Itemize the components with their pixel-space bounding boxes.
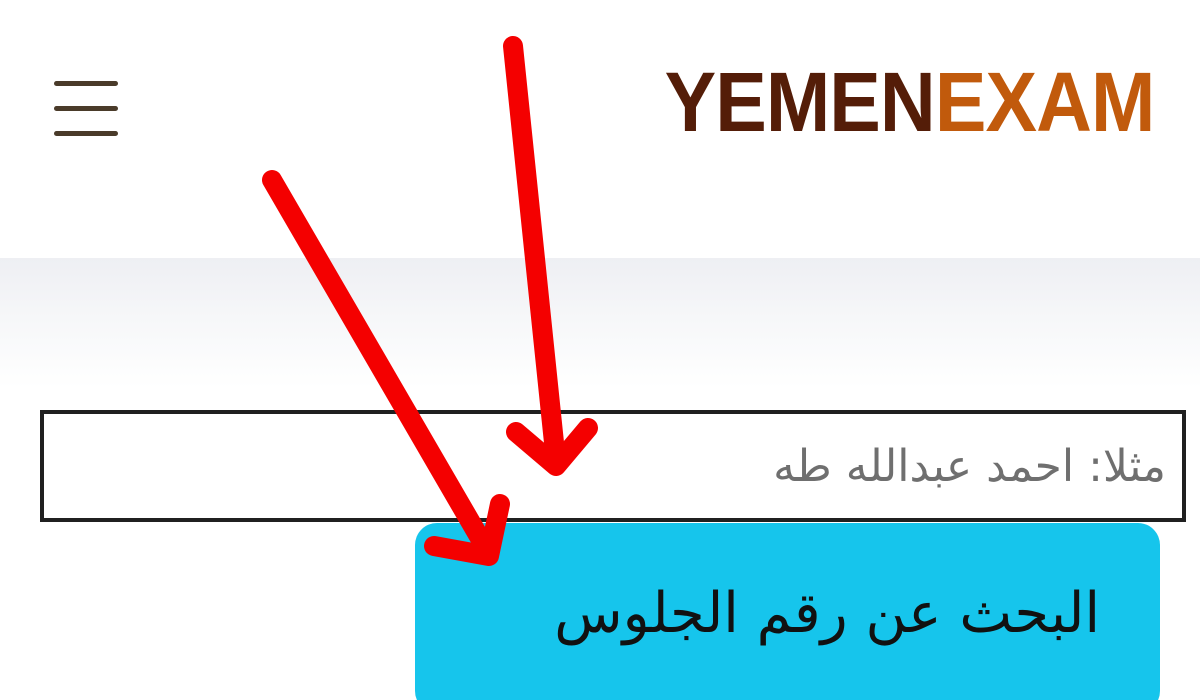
site-header: YEMEN EXAM bbox=[0, 0, 1200, 258]
logo-text-yemen: YEMEN bbox=[664, 55, 935, 149]
search-button-label: البحث عن رقم الجلوس bbox=[554, 581, 1100, 646]
hamburger-menu-icon[interactable] bbox=[52, 78, 120, 142]
logo-text-exam: EXAM bbox=[934, 55, 1155, 149]
menu-bar bbox=[54, 131, 118, 136]
search-seat-number-button[interactable]: البحث عن رقم الجلوس bbox=[415, 523, 1160, 700]
name-search-input[interactable] bbox=[40, 410, 1186, 522]
menu-bar bbox=[54, 106, 118, 111]
menu-bar bbox=[54, 81, 118, 86]
page: YEMENEXAM البحث عن رقم الجلوس bbox=[0, 0, 1200, 700]
site-logo[interactable]: YEMEN EXAM bbox=[664, 52, 1155, 152]
